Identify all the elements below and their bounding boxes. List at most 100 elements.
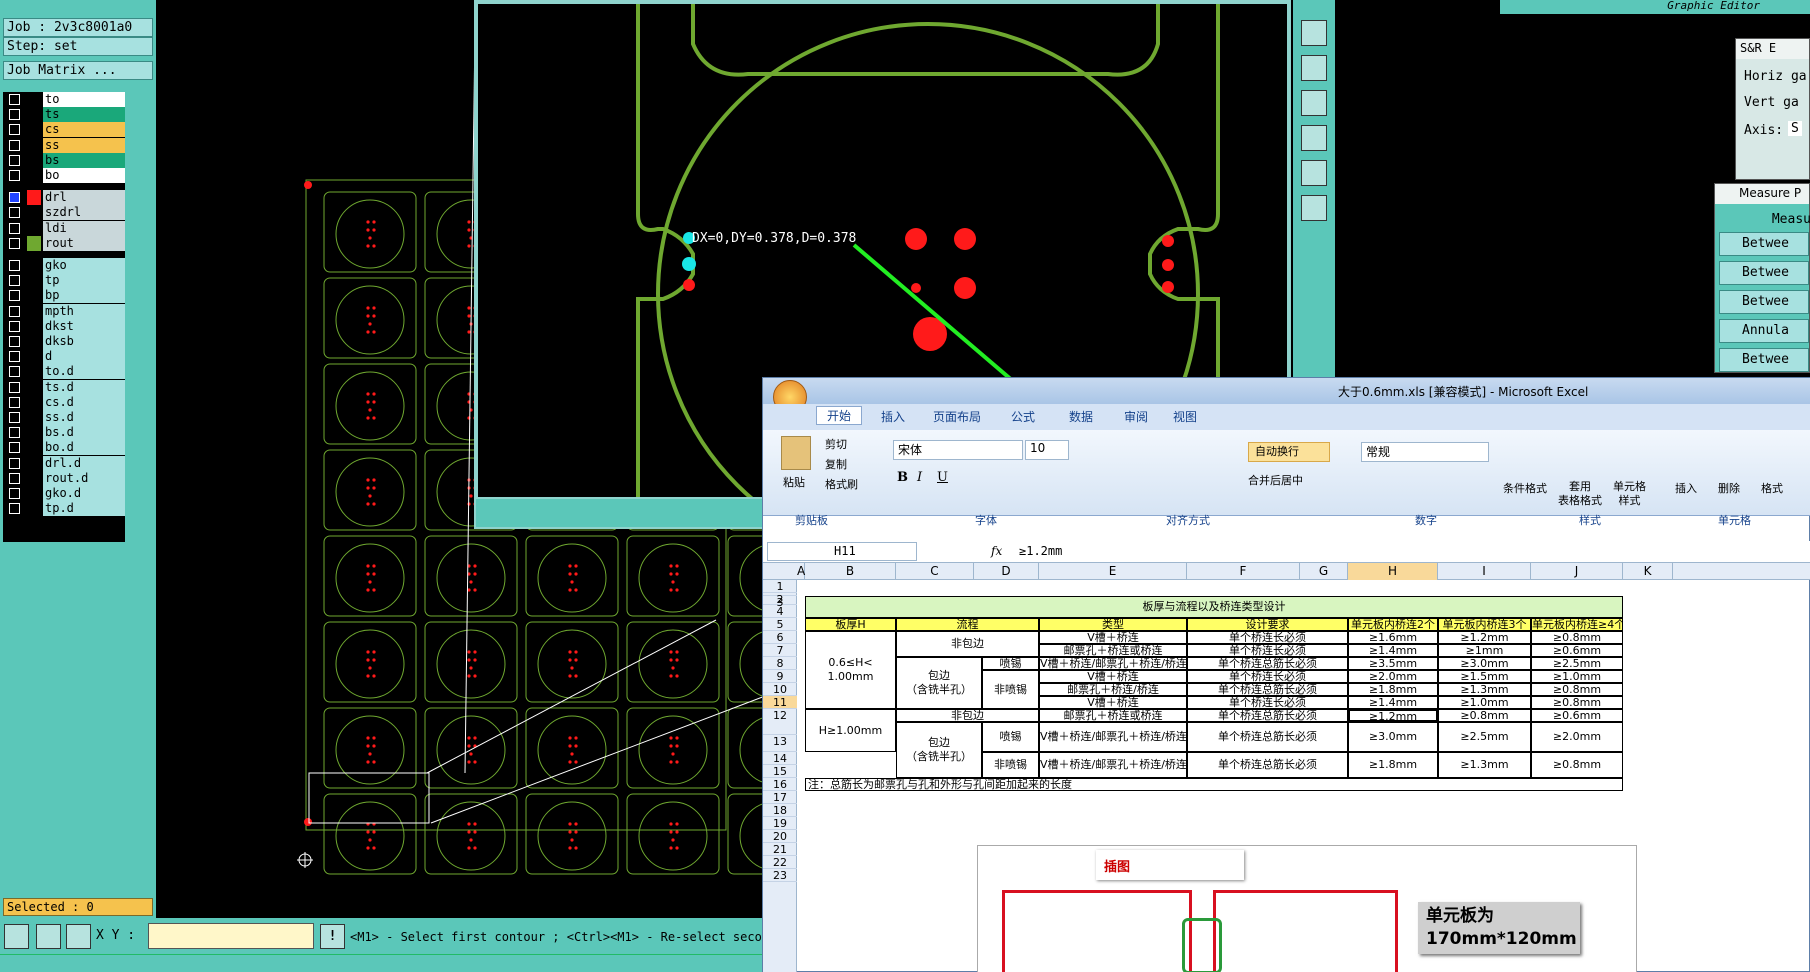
type-cell[interactable]: V槽＋桥连 xyxy=(1039,631,1187,644)
process-wrap-2[interactable]: 包边 （含铣半孔） xyxy=(896,722,982,778)
column-header-J[interactable]: J xyxy=(1531,563,1623,580)
row-header-18[interactable]: 18 xyxy=(763,804,797,817)
font-name-select[interactable]: 宋体 xyxy=(893,440,1023,460)
delete-cells-button[interactable]: 删除 xyxy=(1718,480,1740,496)
cell-styles-button[interactable]: 单元格 样式 xyxy=(1613,480,1646,508)
table-header[interactable]: 板厚H xyxy=(805,618,896,631)
thickness-1[interactable]: 0.6≤H< 1.00mm xyxy=(805,631,896,709)
bridge2-cell[interactable]: ≥1.4mm xyxy=(1348,644,1438,657)
process-nonwrap-1[interactable]: 非包边 xyxy=(896,631,1039,657)
table-header[interactable]: 设计要求 xyxy=(1187,618,1348,631)
bridge4-cell[interactable]: ≥1.0mm xyxy=(1531,670,1623,683)
column-header-A[interactable]: A xyxy=(797,563,805,580)
formula-input[interactable]: ≥1.2mm xyxy=(1019,544,1062,558)
format-painter-button[interactable]: 格式刷 xyxy=(825,476,858,492)
bridge3-cell[interactable]: ≥2.5mm xyxy=(1438,722,1531,752)
column-header-I[interactable]: I xyxy=(1438,563,1531,580)
column-header-B[interactable]: B xyxy=(805,563,896,580)
table-header[interactable]: 单元板内桥连2个 xyxy=(1348,618,1438,631)
row-header-5[interactable]: 5 xyxy=(763,618,797,631)
column-header-F[interactable]: F xyxy=(1187,563,1300,580)
paste-icon[interactable] xyxy=(781,436,811,470)
number-format-select[interactable]: 常规 xyxy=(1361,442,1489,462)
paste-button[interactable]: 粘贴 xyxy=(783,474,805,490)
row-header-17[interactable]: 17 xyxy=(763,791,797,804)
bridge3-cell[interactable]: ≥1.3mm xyxy=(1438,752,1531,778)
bridge4-cell[interactable]: ≥0.8mm xyxy=(1531,696,1623,709)
type-cell[interactable]: 邮票孔＋桥连或桥连 xyxy=(1039,644,1187,657)
nospray-2[interactable]: 非喷锡 xyxy=(982,752,1039,778)
ribbon-tab-1[interactable]: 开始 xyxy=(816,406,863,425)
ribbon-tab-7[interactable]: 视图 xyxy=(1173,408,1197,425)
name-box[interactable]: H11 xyxy=(767,542,917,561)
underline-button[interactable]: U xyxy=(937,470,948,485)
table-title[interactable]: 板厚与流程以及桥连类型设计 xyxy=(805,596,1623,618)
row-header-21[interactable]: 21 xyxy=(763,843,797,856)
requirement-cell[interactable]: 单个桥连总筋长必须 xyxy=(1187,709,1348,722)
requirement-cell[interactable]: 单个桥连总筋长必须 xyxy=(1187,752,1348,778)
format-as-table-button[interactable]: 套用 表格格式 xyxy=(1558,480,1602,508)
bridge2-cell[interactable]: ≥1.4mm xyxy=(1348,696,1438,709)
row-header-20[interactable]: 20 xyxy=(763,830,797,843)
requirement-cell[interactable]: 单个桥连总筋长必须 xyxy=(1187,657,1348,670)
bridge3-cell[interactable]: ≥0.8mm xyxy=(1438,709,1531,722)
bridge2-cell[interactable]: ≥2.0mm xyxy=(1348,670,1438,683)
type-cell[interactable]: V槽＋桥连/邮票孔＋桥连/桥连 xyxy=(1039,657,1187,670)
row-header-6[interactable]: 6 xyxy=(763,631,797,644)
process-nonwrap-2[interactable]: 非包边 xyxy=(896,709,1039,722)
row-header-8[interactable]: 8 xyxy=(763,657,797,670)
insert-cells-button[interactable]: 插入 xyxy=(1675,480,1697,496)
table-note[interactable]: 注：总筋长为邮票孔与孔和外形与孔间距加起来的长度 xyxy=(805,778,1623,791)
row-header-1[interactable]: 1 xyxy=(763,580,797,593)
requirement-cell[interactable]: 单个桥连长必须 xyxy=(1187,696,1348,709)
merge-center-button[interactable]: 合并后居中 xyxy=(1248,472,1303,488)
bridge3-cell[interactable]: ≥1.5mm xyxy=(1438,670,1531,683)
table-header[interactable]: 流程 xyxy=(896,618,1039,631)
conditional-format-button[interactable]: 条件格式 xyxy=(1503,480,1547,496)
format-cells-button[interactable]: 格式 xyxy=(1761,480,1783,496)
insert-picture-area[interactable]: 插图 单元板为 170mm*120mm xyxy=(977,845,1637,972)
table-header[interactable]: 单元板内桥连≥4个 xyxy=(1531,618,1623,631)
bridge2-cell[interactable]: ≥1.2mm xyxy=(1348,709,1438,722)
ribbon-tab-3[interactable]: 页面布局 xyxy=(933,408,981,425)
bridge3-cell[interactable]: ≥1.2mm xyxy=(1438,631,1531,644)
row-header-3[interactable]: 3 xyxy=(763,596,797,609)
type-cell[interactable]: V槽＋桥连 xyxy=(1039,670,1187,683)
bridge2-cell[interactable]: ≥1.8mm xyxy=(1348,683,1438,696)
requirement-cell[interactable]: 单个桥连总筋长必须 xyxy=(1187,722,1348,752)
row-header-19[interactable]: 19 xyxy=(763,817,797,830)
row-header-4[interactable]: 4 xyxy=(763,605,797,618)
requirement-cell[interactable]: 单个桥连总筋长必须 xyxy=(1187,683,1348,696)
row-header-14[interactable]: 14 xyxy=(763,752,797,765)
type-cell[interactable]: V槽＋桥连 xyxy=(1039,696,1187,709)
requirement-cell[interactable]: 单个桥连长必须 xyxy=(1187,644,1348,657)
row-header-23[interactable]: 23 xyxy=(763,869,797,882)
row-header-15[interactable]: 15 xyxy=(763,765,797,778)
row-header-22[interactable]: 22 xyxy=(763,856,797,869)
row-header-12[interactable]: 12 xyxy=(763,709,797,735)
row-header-16[interactable]: 16 xyxy=(763,778,797,791)
column-header-K[interactable]: K xyxy=(1623,563,1673,580)
nospray-1[interactable]: 非喷锡 xyxy=(982,670,1039,709)
font-size-select[interactable]: 10 xyxy=(1025,440,1069,460)
bridge4-cell[interactable]: ≥0.6mm xyxy=(1531,709,1623,722)
type-cell[interactable]: V槽＋桥连/邮票孔＋桥连/桥连 xyxy=(1039,722,1187,752)
table-header[interactable]: 类型 xyxy=(1039,618,1187,631)
spray-2[interactable]: 喷锡 xyxy=(982,722,1039,752)
row-header-13[interactable]: 13 xyxy=(763,735,797,752)
row-header-7[interactable]: 7 xyxy=(763,644,797,657)
bridge2-cell[interactable]: ≥3.0mm xyxy=(1348,722,1438,752)
requirement-cell[interactable]: 单个桥连长必须 xyxy=(1187,631,1348,644)
type-cell[interactable]: V槽＋桥连/邮票孔＋桥连/桥连 xyxy=(1039,752,1187,778)
bridge3-cell[interactable]: ≥3.0mm xyxy=(1438,657,1531,670)
bridge3-cell[interactable]: ≥1.3mm xyxy=(1438,683,1531,696)
type-cell[interactable]: 邮票孔＋桥连/桥连 xyxy=(1039,683,1187,696)
bridge2-cell[interactable]: ≥3.5mm xyxy=(1348,657,1438,670)
row-header-9[interactable]: 9 xyxy=(763,670,797,683)
bridge3-cell[interactable]: ≥1.0mm xyxy=(1438,696,1531,709)
column-header-G[interactable]: G xyxy=(1300,563,1348,580)
bridge4-cell[interactable]: ≥2.0mm xyxy=(1531,722,1623,752)
bridge4-cell[interactable]: ≥0.8mm xyxy=(1531,752,1623,778)
bridge4-cell[interactable]: ≥0.8mm xyxy=(1531,631,1623,644)
bold-button[interactable]: B xyxy=(897,470,908,485)
